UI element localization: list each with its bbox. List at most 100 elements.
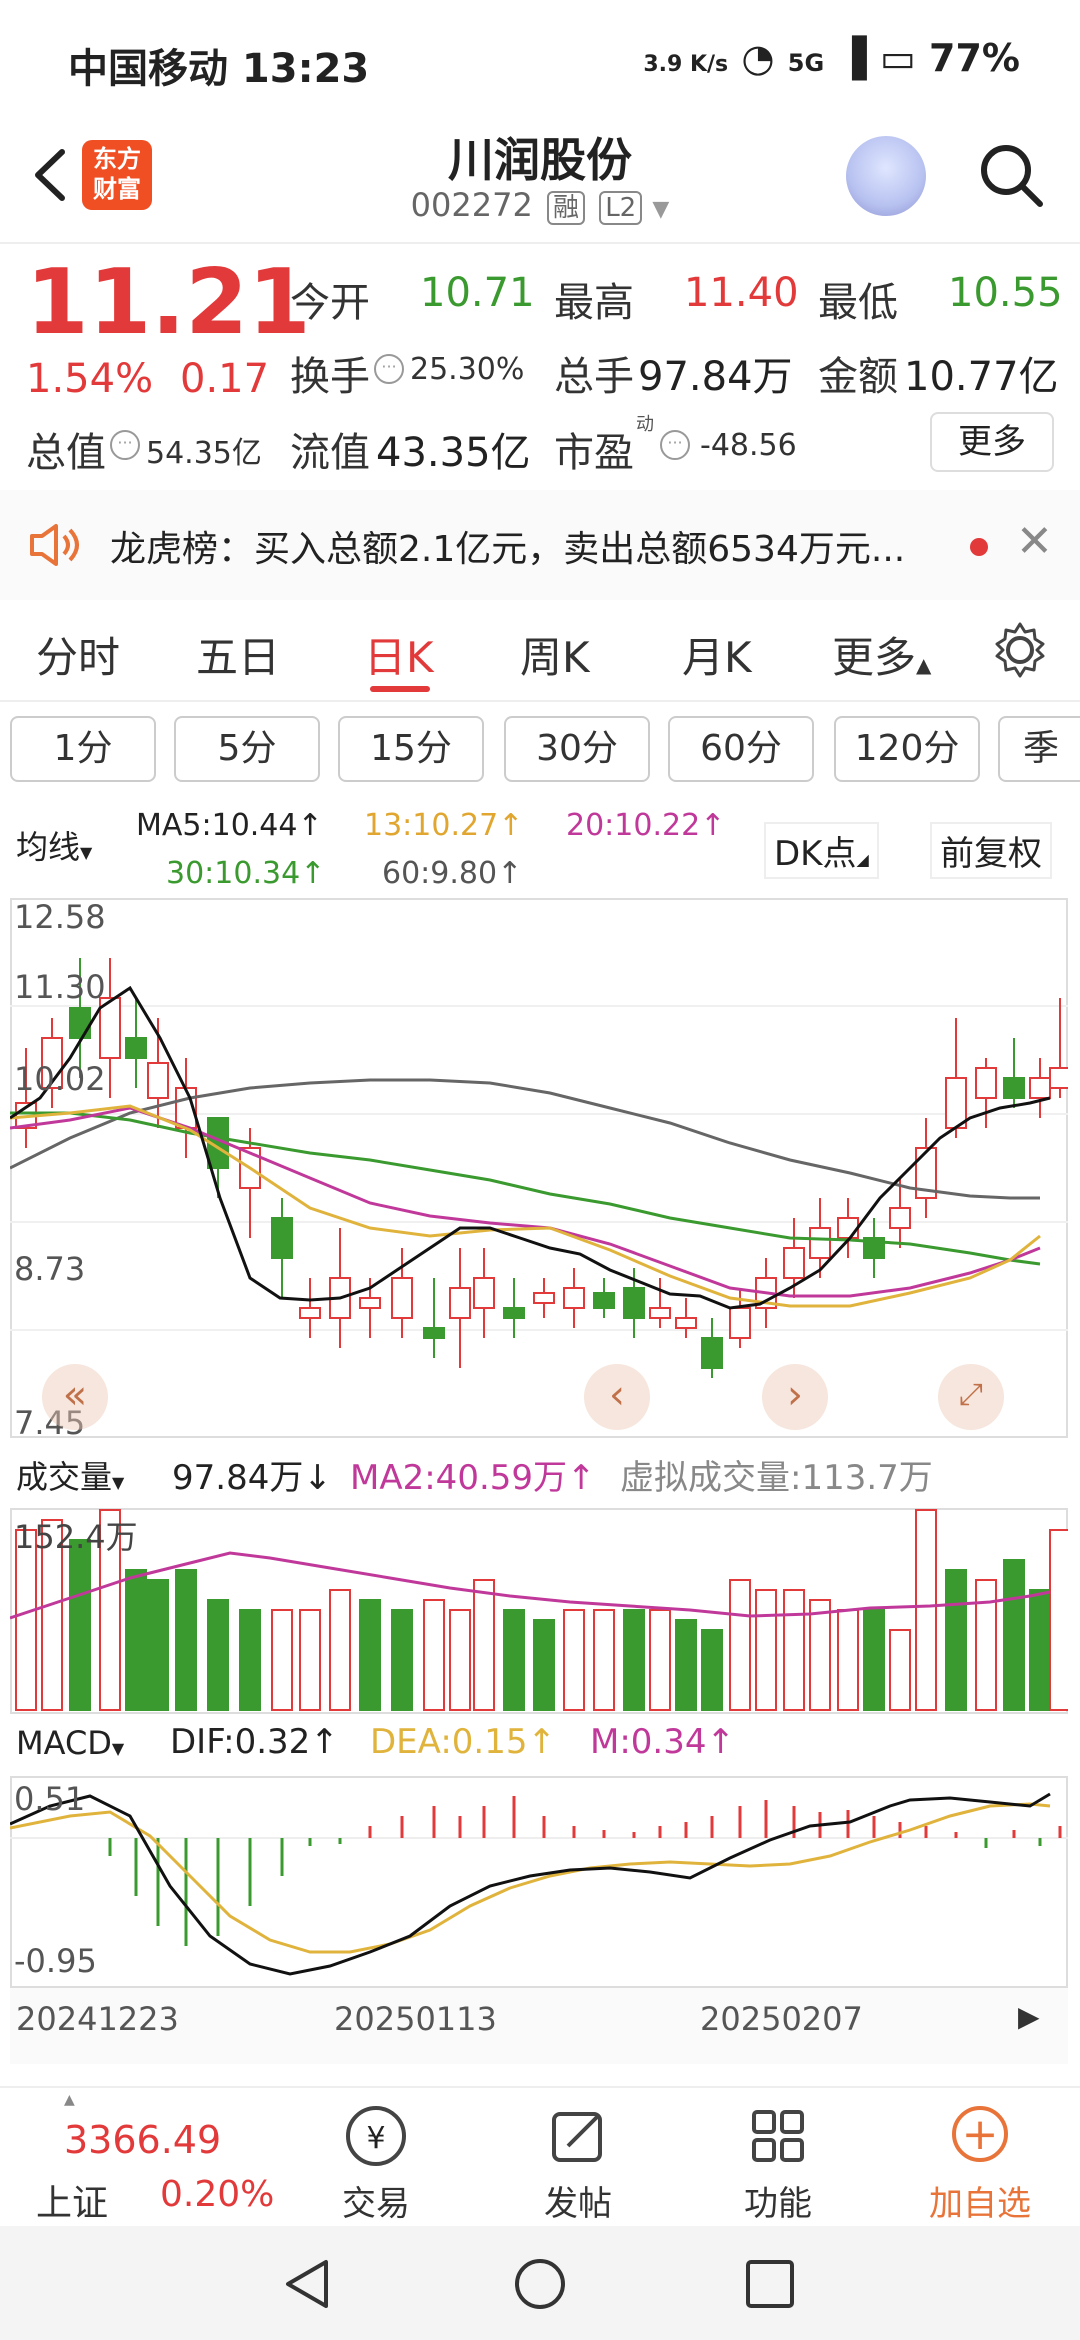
back-triangle-icon[interactable] [280, 2256, 336, 2312]
turnover-value: 25.30% [410, 352, 525, 387]
volume-bar-26 [755, 1589, 777, 1711]
date-label-1: 20241223 [16, 2000, 179, 2038]
volume-bar-4 [125, 1569, 147, 1711]
volume-select[interactable]: 成交量▼ [16, 1452, 124, 1498]
nav-post[interactable]: 发帖 [508, 2088, 648, 2228]
divider [0, 242, 1080, 244]
macd-chart[interactable]: 0.51 -0.95 [9, 1776, 1068, 1988]
nav-post-label: 发帖 [544, 2184, 612, 2224]
period-60min[interactable]: 60分 [668, 716, 814, 782]
volume-bar-12 [359, 1599, 381, 1711]
change-percent: 1.54% [26, 356, 154, 402]
volume-bar-10 [299, 1609, 321, 1711]
fullscreen-icon[interactable]: ⤢ [938, 1364, 1004, 1430]
candle-body-18 [533, 1292, 555, 1304]
home-circle-icon[interactable] [512, 2256, 568, 2312]
more-quote-button[interactable]: 更多 [930, 412, 1054, 472]
volume-bar-23 [675, 1619, 697, 1711]
nav-trade[interactable]: ¥ 交易 [306, 2088, 446, 2228]
candle-body-27 [783, 1247, 805, 1279]
tab-five-day[interactable]: 五日 [196, 624, 280, 685]
period-5min[interactable]: 5分 [174, 716, 320, 782]
ma-select[interactable]: 均线▼ [16, 822, 92, 868]
float-value: 43.35亿 [376, 430, 531, 476]
kline-chart[interactable]: 12.58 11.30 10.02 8.73 7.45 « ‹ › ⤢ [9, 898, 1071, 1442]
nav-add-label: 加自选 [929, 2184, 1031, 2224]
macd-dif: DIF:0.32↑ [170, 1722, 339, 1762]
ma60-value: 60:9.80↑ [382, 856, 523, 891]
ma5-value: MA5:10.44↑ [136, 808, 323, 843]
low-value: 10.55 [948, 270, 1063, 316]
tab-weekly-k[interactable]: 周K [520, 624, 590, 685]
volume-bar-9 [271, 1609, 293, 1711]
volume-bar-24 [701, 1629, 723, 1711]
turnover-label: 换手 [290, 354, 370, 400]
period-1min[interactable]: 1分 [10, 716, 156, 782]
period-15min[interactable]: 15分 [338, 716, 484, 782]
ma13-value: 13:10.27↑ [364, 808, 524, 843]
mktcap-label: 总值 [26, 430, 106, 476]
tab-intraday[interactable]: 分时 [36, 624, 120, 685]
volume-select-label: 成交量 [16, 1458, 113, 1496]
volume-bar-19 [563, 1609, 585, 1711]
bottom-nav: ▲ 3366.49 上证 0.20% ¥ 交易 发帖 功能 + 加自选 [0, 2086, 1080, 2228]
edit-icon [552, 2112, 602, 2162]
chevron-down-icon: ▼ [80, 843, 93, 862]
tab-more[interactable]: 更多▲ [832, 624, 931, 685]
dk-label: DK点 [774, 834, 857, 874]
assistant-robot-icon[interactable] [846, 136, 926, 216]
candle-body-25 [729, 1307, 751, 1339]
period-30min[interactable]: 30分 [504, 716, 650, 782]
current-price: 11.21 [26, 250, 311, 355]
grid-icon [752, 2110, 804, 2162]
index-change[interactable]: 0.20% [160, 2174, 274, 2215]
tab-daily-k[interactable]: 日K [364, 624, 434, 685]
pe-superscript: 动 [636, 414, 654, 435]
volume-bar-36 [1029, 1589, 1051, 1711]
adjust-button[interactable]: 前复权 [930, 822, 1052, 879]
virtual-volume: 虚拟成交量:113.7万 [620, 1458, 933, 1498]
volume-bar-32 [915, 1509, 937, 1711]
candle-body-24 [701, 1337, 723, 1369]
candle-body-15 [449, 1287, 471, 1319]
info-icon[interactable]: ··· [660, 430, 690, 460]
volume-bar-16 [473, 1579, 495, 1711]
float-label: 流值 [290, 430, 370, 476]
dragon-tiger-notice[interactable]: 龙虎榜：买入总额2.1亿元，卖出总额6534万元... ✕ [0, 490, 1080, 600]
info-icon[interactable]: ··· [110, 430, 140, 460]
active-tab-indicator [370, 686, 430, 692]
search-button[interactable] [976, 140, 1046, 210]
caret-up-icon: ▲ [64, 2092, 75, 2108]
dk-point-button[interactable]: DK点◢ [764, 822, 879, 879]
candle-body-31 [889, 1207, 911, 1229]
close-icon[interactable]: ✕ [1016, 516, 1053, 567]
chevron-right-icon[interactable]: › [762, 1364, 828, 1430]
date-axis: 20241223 20250113 20250207 ▶ [10, 1988, 1068, 2064]
macd-dea: DEA:0.15↑ [370, 1722, 556, 1762]
index-value[interactable]: 3366.49 [64, 2118, 221, 2162]
chevron-down-icon[interactable]: ▼ [652, 197, 669, 222]
nav-add-watchlist[interactable]: + 加自选 [910, 2088, 1050, 2228]
candle-body-28 [809, 1227, 831, 1259]
volume-chart[interactable]: 152.4万 [9, 1508, 1071, 1714]
period-120min[interactable]: 120分 [834, 716, 980, 782]
macd-select[interactable]: MACD▼ [16, 1724, 124, 1762]
play-icon[interactable]: ▶ [1018, 2000, 1040, 2033]
net-speed: 3.9 K/s [643, 52, 729, 77]
tab-monthly-k[interactable]: 月K [682, 624, 752, 685]
double-left-icon[interactable]: « [42, 1364, 108, 1430]
yen-exchange-icon: ¥ [346, 2106, 406, 2166]
macd-axis-top: 0.51 [14, 1780, 86, 1818]
caret-up-icon: ▲ [916, 653, 932, 677]
gear-icon[interactable] [990, 620, 1050, 680]
volume-bar-17 [503, 1609, 525, 1711]
nav-function[interactable]: 功能 [708, 2088, 848, 2228]
info-icon[interactable]: ··· [374, 354, 404, 384]
nav-trade-label: 交易 [342, 2184, 410, 2224]
index-name[interactable]: 上证 [36, 2174, 108, 2226]
recents-square-icon[interactable] [742, 2256, 798, 2312]
amount-value: 10.77亿 [904, 354, 1059, 400]
period-quarter[interactable]: 季 [998, 716, 1080, 782]
candle-body-2 [69, 1007, 91, 1039]
chevron-left-icon[interactable]: ‹ [584, 1364, 650, 1430]
